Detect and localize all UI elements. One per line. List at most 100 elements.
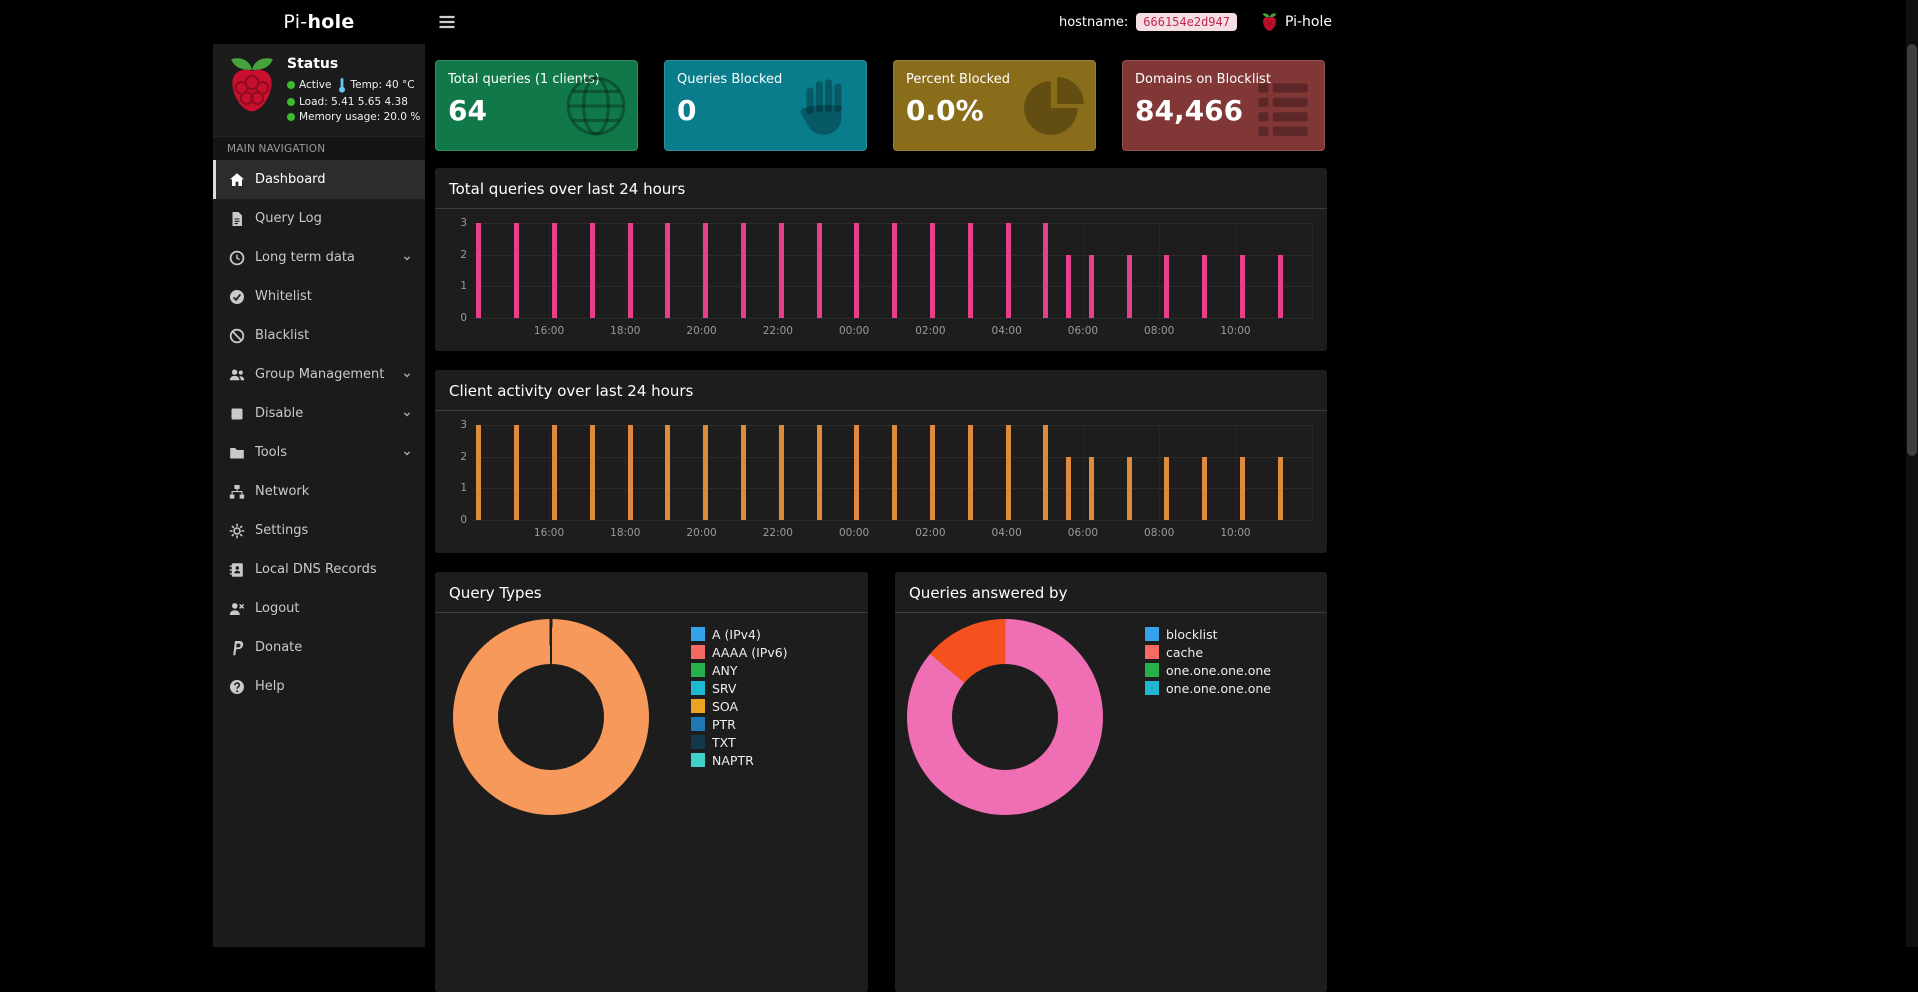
sidebar-section-label: MAIN NAVIGATION bbox=[213, 137, 425, 160]
x-tick-label: 00:00 bbox=[839, 527, 869, 539]
chart-bar bbox=[968, 223, 973, 318]
chart-bar bbox=[817, 425, 822, 520]
sidebar-item-label: Whitelist bbox=[255, 289, 312, 304]
home-icon bbox=[229, 172, 245, 188]
gridline bbox=[625, 425, 626, 520]
x-tick-label: 22:00 bbox=[763, 325, 793, 337]
sidebar-item-label: Long term data bbox=[255, 250, 355, 265]
sidebar-item-query-log[interactable]: Query Log bbox=[213, 199, 425, 238]
chart-bar bbox=[779, 223, 784, 318]
sidebar-item-disable[interactable]: Disable bbox=[213, 394, 425, 433]
legend-swatch bbox=[1145, 627, 1159, 641]
chart-bar bbox=[628, 425, 633, 520]
question-circle-icon bbox=[229, 679, 245, 695]
sidebar-item-label: Dashboard bbox=[255, 172, 326, 187]
sidebar-item-group-management[interactable]: Group Management bbox=[213, 355, 425, 394]
chart-bar bbox=[628, 223, 633, 318]
panel-title: Queries answered by bbox=[895, 572, 1327, 613]
chart-bar bbox=[741, 223, 746, 318]
paypal-icon bbox=[229, 640, 245, 656]
sidebar-menu: Dashboard Query Log Long term data Whitelis… bbox=[213, 160, 425, 706]
panel-title: Total queries over last 24 hours bbox=[435, 168, 1327, 209]
queries-answered-by-panel: Queries answered by blocklistcacheone.on… bbox=[895, 572, 1327, 992]
legend-label: PTR bbox=[712, 717, 736, 732]
sidebar-item-label: Disable bbox=[255, 406, 303, 421]
chart-bar bbox=[1066, 457, 1071, 520]
status-active-label: Active bbox=[299, 79, 331, 91]
y-tick-label: 3 bbox=[445, 217, 467, 229]
brand-text: Pi-hole bbox=[283, 11, 354, 33]
pie-icon bbox=[1021, 73, 1087, 139]
sidebar-item-long-term-data[interactable]: Long term data bbox=[213, 238, 425, 277]
x-tick-label: 16:00 bbox=[534, 527, 564, 539]
legend-item: one.one.one.one bbox=[1145, 661, 1271, 679]
raspberry-logo bbox=[226, 54, 278, 126]
page-scrollbar[interactable] bbox=[1906, 0, 1918, 947]
file-icon bbox=[229, 211, 245, 227]
legend-swatch bbox=[691, 735, 705, 749]
gridline bbox=[1159, 425, 1160, 520]
sidebar-item-help[interactable]: Help bbox=[213, 667, 425, 706]
legend-label: TXT bbox=[712, 735, 736, 750]
hamburger-menu-icon[interactable] bbox=[437, 12, 457, 32]
status-info: Status Active Temp: 40 °C Load: 5.41 5.6… bbox=[287, 54, 420, 126]
chart-bar bbox=[665, 223, 670, 318]
legend-item: TXT bbox=[691, 733, 788, 751]
x-tick-label: 20:00 bbox=[686, 527, 716, 539]
sidebar-item-dashboard[interactable]: Dashboard bbox=[213, 160, 425, 199]
sidebar-item-network[interactable]: Network bbox=[213, 472, 425, 511]
chart-bar bbox=[1164, 255, 1169, 318]
chart-bar bbox=[1043, 223, 1048, 318]
status-load-row: Load: 5.41 5.65 4.38 bbox=[287, 96, 420, 108]
status-memory-label: Memory usage: 20.0 % bbox=[299, 111, 420, 123]
x-tick-label: 00:00 bbox=[839, 325, 869, 337]
chart-bar bbox=[892, 223, 897, 318]
status-box: Status Active Temp: 40 °C Load: 5.41 5.6… bbox=[213, 44, 425, 137]
legend-item: NAPTR bbox=[691, 751, 788, 769]
brand[interactable]: Pi-hole bbox=[213, 0, 425, 44]
legend-swatch bbox=[691, 681, 705, 695]
chart-bar bbox=[476, 425, 481, 520]
users-icon bbox=[229, 367, 245, 383]
legend-label: SOA bbox=[712, 699, 738, 714]
sidebar-item-whitelist[interactable]: Whitelist bbox=[213, 277, 425, 316]
query-types-panel: Query Types A (IPv4)AAAA (IPv6)ANYSRVSOA… bbox=[435, 572, 868, 992]
sidebar-item-logout[interactable]: Logout bbox=[213, 589, 425, 628]
sidebar-item-local-dns-records[interactable]: Local DNS Records bbox=[213, 550, 425, 589]
sidebar: Status Active Temp: 40 °C Load: 5.41 5.6… bbox=[213, 44, 425, 947]
sidebar-item-donate[interactable]: Donate bbox=[213, 628, 425, 667]
gridline bbox=[549, 425, 550, 520]
chart-bar bbox=[854, 223, 859, 318]
legend-item: blocklist bbox=[1145, 625, 1271, 643]
chevron-down-icon bbox=[401, 252, 413, 264]
legend-label: NAPTR bbox=[712, 753, 754, 768]
queries-answered-by-body: blocklistcacheone.one.one.oneone.one.one… bbox=[895, 613, 1327, 815]
y-tick-label: 2 bbox=[445, 451, 467, 463]
sidebar-item-tools[interactable]: Tools bbox=[213, 433, 425, 472]
sidebar-item-label: Donate bbox=[255, 640, 302, 655]
gridline bbox=[473, 520, 1313, 521]
y-tick-label: 1 bbox=[445, 280, 467, 292]
main-content: Total queries (1 clients)64Queries Block… bbox=[425, 44, 1340, 947]
legend-item: AAAA (IPv6) bbox=[691, 643, 788, 661]
legend-swatch bbox=[1145, 681, 1159, 695]
status-active-row: Active Temp: 40 °C bbox=[287, 77, 420, 93]
sidebar-item-label: Network bbox=[255, 484, 309, 499]
sidebar-item-blacklist[interactable]: Blacklist bbox=[213, 316, 425, 355]
gridline bbox=[1235, 223, 1236, 318]
chart-bar bbox=[741, 425, 746, 520]
chart-bar bbox=[1127, 457, 1132, 520]
scrollbar-thumb[interactable] bbox=[1907, 44, 1917, 456]
sidebar-item-label: Group Management bbox=[255, 367, 384, 382]
chart-bar bbox=[1202, 255, 1207, 318]
legend-item: ANY bbox=[691, 661, 788, 679]
sidebar-item-settings[interactable]: Settings bbox=[213, 511, 425, 550]
panel-title: Query Types bbox=[435, 572, 868, 613]
sidebar-item-label: Settings bbox=[255, 523, 308, 538]
y-tick-label: 0 bbox=[445, 312, 467, 324]
sidebar-item-label: Blacklist bbox=[255, 328, 309, 343]
chart-bar bbox=[1043, 425, 1048, 520]
gridline bbox=[1312, 223, 1313, 318]
y-tick-label: 2 bbox=[445, 249, 467, 261]
legend-item: A (IPv4) bbox=[691, 625, 788, 643]
